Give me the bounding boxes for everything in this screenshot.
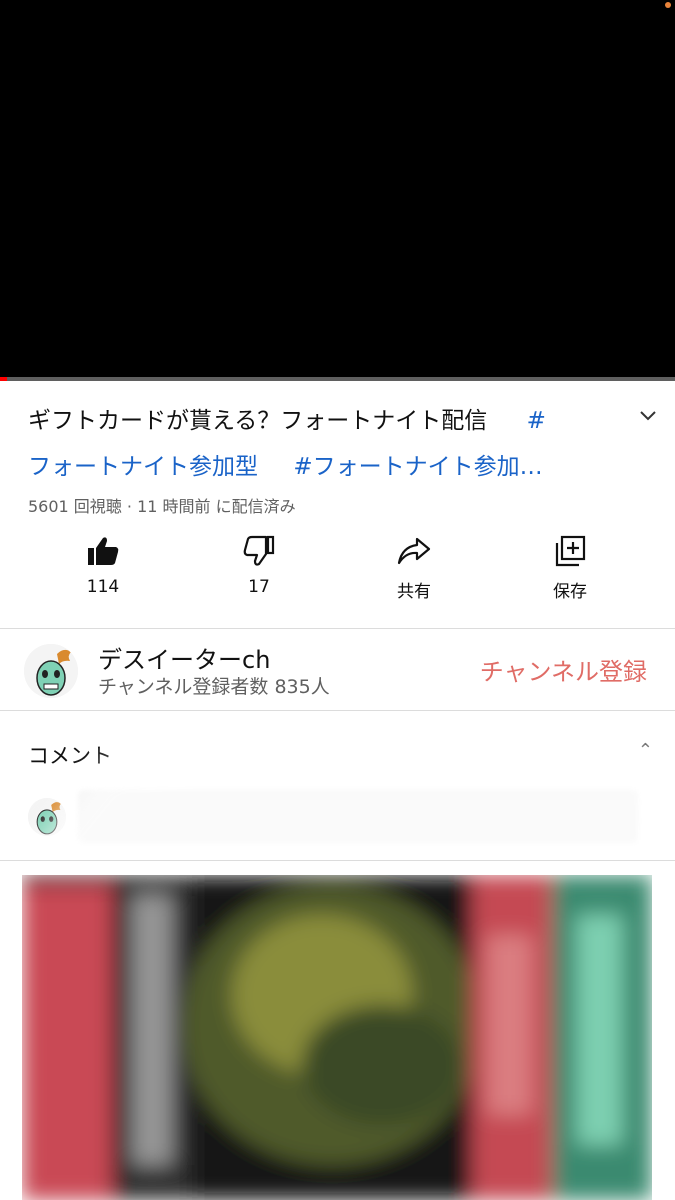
video-progress-bar[interactable]	[0, 377, 675, 381]
comment-input[interactable]	[78, 790, 638, 842]
hashtag-link-fortnite-join[interactable]: フォートナイト参加型	[28, 454, 258, 480]
video-title-line-1: ギフトカードが貰える？フォートナイト配信 #	[28, 398, 628, 444]
video-title-line-2: フォートナイト参加型 #フォートナイト参加…	[28, 444, 593, 490]
divider	[0, 710, 675, 711]
video-player[interactable]	[0, 0, 675, 377]
video-title[interactable]: ギフトカードが貰える？フォートナイト配信 # フォートナイト参加型 #フォートナ…	[28, 398, 628, 490]
caret-up-icon[interactable]: ⌃	[638, 740, 653, 761]
video-meta: 5601 回視聴 · 11 時間前 に配信済み	[28, 497, 296, 516]
share-button[interactable]: 共有	[354, 535, 474, 602]
subscriber-count: チャンネル登録者数 835人	[98, 676, 330, 698]
dislike-count: 17	[248, 577, 270, 597]
video-thumbnail-blurred[interactable]	[22, 875, 652, 1200]
divider	[0, 628, 675, 629]
channel-name[interactable]: デスイーターch	[98, 640, 270, 675]
comments-header[interactable]: コメント	[28, 740, 112, 770]
thumbs-up-icon	[43, 535, 163, 567]
save-label: 保存	[553, 582, 587, 602]
channel-avatar[interactable]	[24, 644, 78, 698]
divider	[0, 860, 675, 861]
share-label: 共有	[397, 582, 431, 602]
video-title-text: ギフトカードが貰える？フォートナイト配信	[28, 408, 488, 434]
video-progress-fill	[0, 377, 7, 381]
add-to-playlist-icon	[510, 535, 630, 567]
action-bar: 114 17 共有 保存	[0, 535, 675, 610]
status-indicator-dot	[665, 2, 671, 8]
like-count: 114	[86, 577, 120, 597]
dislike-button[interactable]: 17	[199, 535, 319, 597]
comment-user-avatar	[28, 798, 66, 836]
channel-row[interactable]: デスイーターch チャンネル登録者数 835人 チャンネル登録	[0, 630, 675, 710]
thumbs-down-icon	[199, 535, 319, 567]
share-arrow-icon	[354, 535, 474, 567]
hashtag-link[interactable]: #	[527, 408, 546, 434]
save-button[interactable]: 保存	[510, 535, 630, 602]
hashtag-link-fortnite-join-2[interactable]: #フォートナイト参加…	[293, 454, 542, 480]
like-button[interactable]: 114	[43, 535, 163, 597]
subscribe-button[interactable]: チャンネル登録	[480, 652, 647, 687]
chevron-down-icon[interactable]	[635, 402, 661, 428]
